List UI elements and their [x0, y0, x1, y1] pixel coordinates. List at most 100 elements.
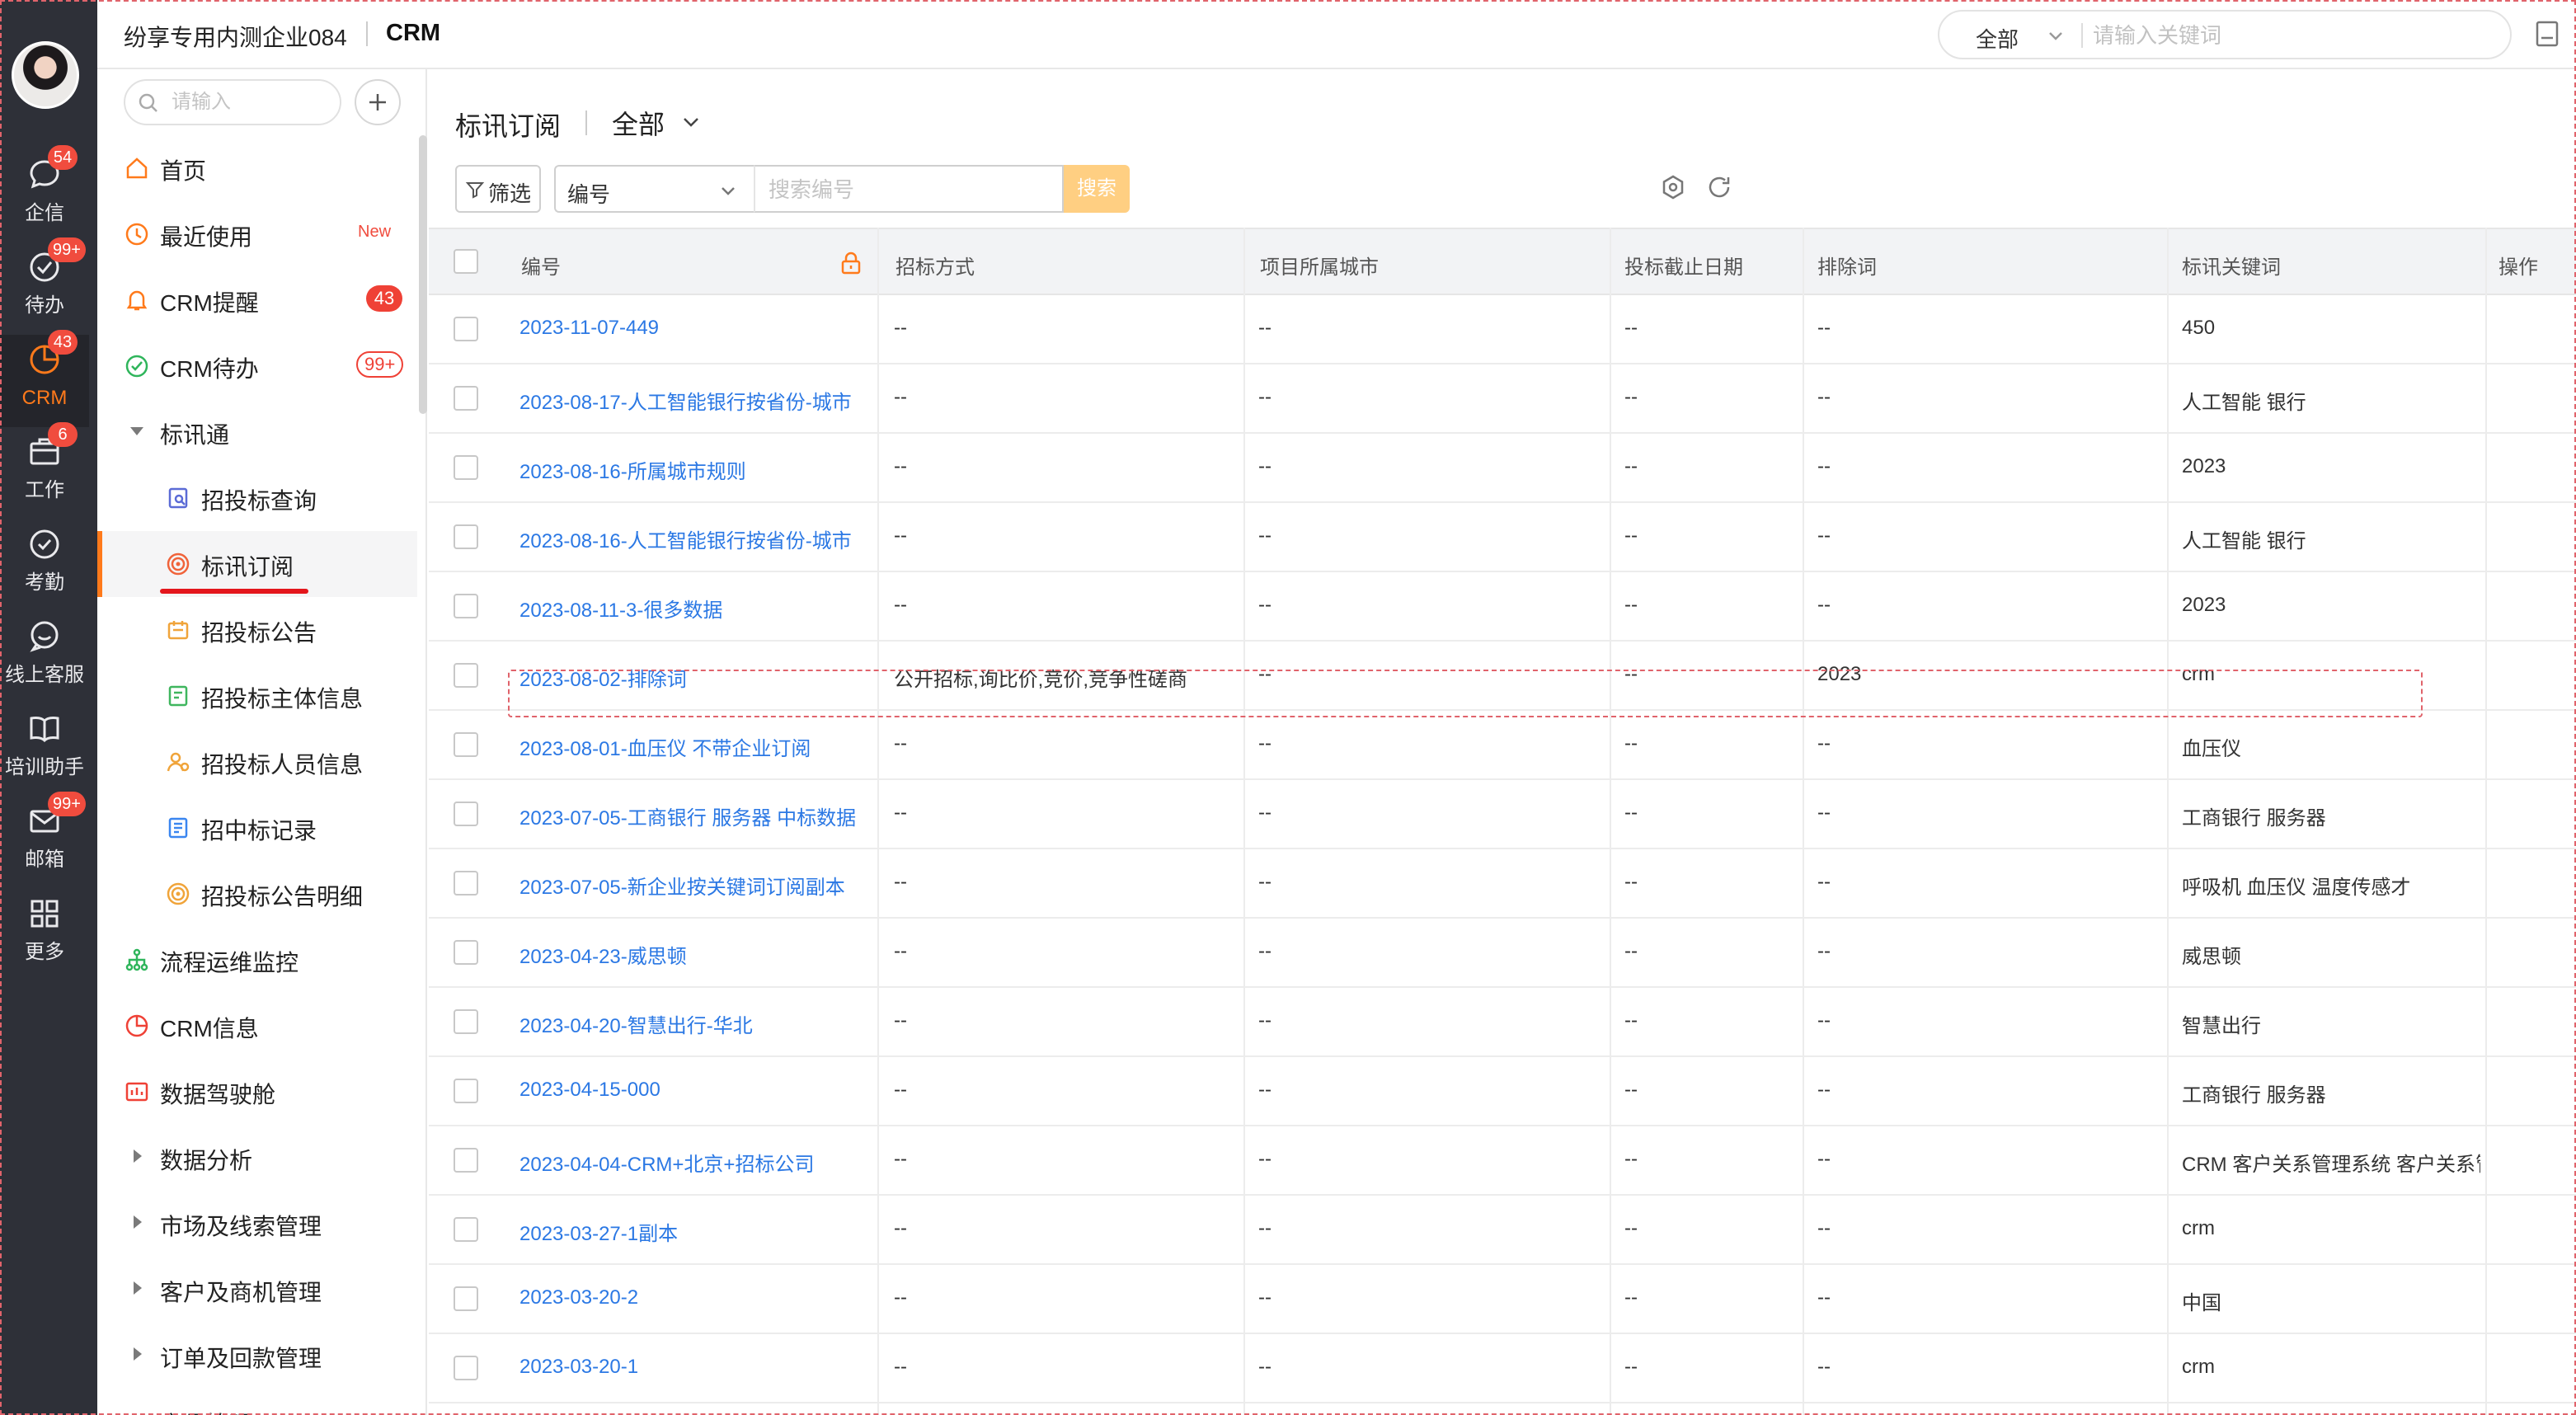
rail-item-work[interactable]: 6 工作 — [0, 422, 89, 519]
record-link[interactable]: 2023-03-20-1 — [519, 1356, 859, 1379]
nav-item-bid-detail[interactable]: 招投标公告明细 — [97, 861, 417, 927]
chevron-down-icon[interactable] — [679, 110, 703, 134]
record-link[interactable]: 2023-08-01-血压仪 不带企业订阅 — [519, 732, 859, 761]
cell-method: -- — [894, 317, 907, 339]
cell-city: -- — [1258, 524, 1272, 547]
caret-down-icon — [130, 427, 143, 435]
row-checkbox[interactable] — [454, 524, 478, 549]
column-header[interactable]: 投标截止日期 — [1624, 251, 1743, 280]
table-row: 2023-08-17-人工智能银行按省份-城市 -- -- -- -- 人工智能… — [429, 364, 2576, 434]
record-link[interactable]: 2023-08-02-排除词 — [519, 663, 859, 692]
nav-search-input[interactable] — [172, 89, 328, 115]
row-checkbox[interactable] — [454, 802, 478, 826]
record-link[interactable]: 2023-03-20-2 — [519, 1286, 859, 1309]
nav-group-data-analysis[interactable]: 数据分析 — [97, 1125, 417, 1191]
rail-item-messages[interactable]: 54 企信 — [0, 145, 89, 242]
search-field-select[interactable]: 编号 — [554, 165, 755, 213]
row-checkbox[interactable] — [454, 455, 478, 480]
nav-group-order-payment[interactable]: 订单及回款管理 — [97, 1323, 417, 1389]
nav-item-crm-info[interactable]: CRM信息 — [97, 993, 417, 1059]
record-link[interactable]: 2023-08-16-人工智能银行按省份-城市 — [519, 524, 859, 553]
nav-group-customer-opportunity[interactable]: 客户及商机管理 — [97, 1257, 417, 1323]
record-link[interactable]: 2023-11-07-449 — [519, 317, 859, 340]
nav-item-data-cockpit[interactable]: 数据驾驶舱 — [97, 1059, 417, 1125]
header-divider — [366, 21, 368, 46]
row-checkbox[interactable] — [454, 663, 478, 688]
row-checkbox[interactable] — [454, 594, 478, 618]
rail-item-support[interactable]: 线上客服 — [0, 612, 89, 704]
scope-select[interactable]: 全部 — [612, 104, 665, 142]
nav-item-bid-announcement[interactable]: 招投标公告 — [97, 597, 417, 663]
record-link[interactable]: 2023-07-05-工商银行 服务器 中标数据 — [519, 802, 859, 830]
record-link[interactable]: 2023-08-11-3-很多数据 — [519, 594, 859, 623]
rail-item-more[interactable]: 更多 — [0, 889, 89, 981]
caret-right-icon — [134, 1215, 142, 1229]
nav-item-bid-subscription[interactable]: 标讯订阅 — [97, 531, 417, 597]
row-checkbox[interactable] — [454, 732, 478, 757]
nav-item-bid-search[interactable]: 招投标查询 — [97, 465, 417, 531]
column-header[interactable]: 标讯关键词 — [2182, 251, 2281, 280]
global-search-input[interactable] — [2093, 20, 2489, 51]
nav-group-bidding[interactable]: 标讯通 — [97, 399, 417, 465]
row-checkbox[interactable] — [454, 871, 478, 896]
rail-item-mail[interactable]: 99+ 邮箱 — [0, 792, 89, 889]
record-link[interactable]: 2023-04-23-威思顿 — [519, 940, 859, 969]
cell-city: -- — [1258, 663, 1272, 685]
nav-group-market-leads[interactable]: 市场及线索管理 — [97, 1191, 417, 1257]
rail-item-todo[interactable]: 99+ 待办 — [0, 237, 89, 335]
row-checkbox[interactable] — [454, 1286, 478, 1311]
cell-keywords: 2023 — [2182, 594, 2226, 616]
add-button[interactable] — [355, 79, 401, 125]
table-row: 2023-03-20-1 -- -- -- -- crm — [429, 1334, 2576, 1403]
chevron-down-icon[interactable] — [2045, 25, 2066, 46]
nav-group-product[interactable]: 产品管理 — [97, 1389, 417, 1415]
nav-item-home[interactable]: 首页 — [97, 135, 417, 201]
global-search: 全部 — [1938, 10, 2512, 59]
row-checkbox[interactable] — [454, 940, 478, 965]
record-link[interactable]: 2023-04-04-CRM+北京+招标公司 — [519, 1148, 859, 1177]
cell-exclude: -- — [1817, 732, 1831, 755]
nav-item-flow-monitor[interactable]: 流程运维监控 — [97, 927, 417, 993]
nav-scrollbar[interactable] — [419, 135, 427, 414]
table-search-input[interactable] — [769, 176, 1049, 203]
table-row: 2023-08-16-所属城市规则 -- -- -- -- 2023 — [429, 434, 2576, 503]
cell-exclude: -- — [1817, 1009, 1831, 1032]
rail-item-training[interactable]: 培训助手 — [0, 704, 89, 797]
column-header[interactable]: 项目所属城市 — [1260, 251, 1379, 280]
column-header[interactable]: 排除词 — [1817, 251, 1877, 280]
settings-icon[interactable] — [1659, 173, 1687, 201]
column-header[interactable]: 编号 — [521, 251, 561, 280]
row-checkbox[interactable] — [454, 1148, 478, 1173]
search-field-label: 编号 — [567, 182, 611, 207]
record-link[interactable]: 2023-08-17-人工智能银行按省份-城市 — [519, 386, 859, 415]
lock-icon[interactable] — [839, 251, 863, 275]
user-avatar[interactable] — [12, 41, 79, 109]
nav-item-bid-record[interactable]: 招中标记录 — [97, 795, 417, 861]
row-checkbox[interactable] — [454, 1356, 478, 1380]
record-link[interactable]: 2023-04-20-智慧出行-华北 — [519, 1009, 859, 1038]
filter-button[interactable]: 筛选 — [455, 165, 541, 213]
nav-item-crm-todo[interactable]: CRM待办 99+ — [97, 333, 417, 399]
nav-item-crm-reminder[interactable]: CRM提醒 43 — [97, 267, 417, 333]
row-checkbox[interactable] — [454, 1079, 478, 1103]
nav-label: 首页 — [160, 158, 207, 184]
column-header[interactable]: 招标方式 — [895, 251, 975, 280]
record-link[interactable]: 2023-03-27-1副本 — [519, 1217, 859, 1246]
record-link[interactable]: 2023-07-05-新企业按关键词订阅副本 — [519, 871, 859, 900]
search-scope-select[interactable]: 全部 — [1976, 23, 2019, 54]
nav-item-bid-person[interactable]: 招投标人员信息 — [97, 729, 417, 795]
record-link[interactable]: 2023-04-15-000 — [519, 1079, 859, 1102]
nav-item-recent[interactable]: 最近使用 New — [97, 201, 417, 267]
refresh-icon[interactable] — [1705, 173, 1733, 201]
nav-item-bid-entity[interactable]: 招投标主体信息 — [97, 663, 417, 729]
select-all-checkbox[interactable] — [454, 249, 478, 274]
row-checkbox[interactable] — [454, 1009, 478, 1034]
row-checkbox[interactable] — [454, 1217, 478, 1242]
rail-item-crm[interactable]: 43 CRM — [0, 330, 89, 427]
row-checkbox[interactable] — [454, 386, 478, 411]
row-checkbox[interactable] — [454, 317, 478, 341]
record-link[interactable]: 2023-08-16-所属城市规则 — [519, 455, 859, 484]
rail-item-attendance[interactable]: 考勤 — [0, 519, 89, 612]
search-button[interactable]: 搜索 — [1064, 165, 1130, 213]
document-icon[interactable] — [2531, 18, 2563, 49]
